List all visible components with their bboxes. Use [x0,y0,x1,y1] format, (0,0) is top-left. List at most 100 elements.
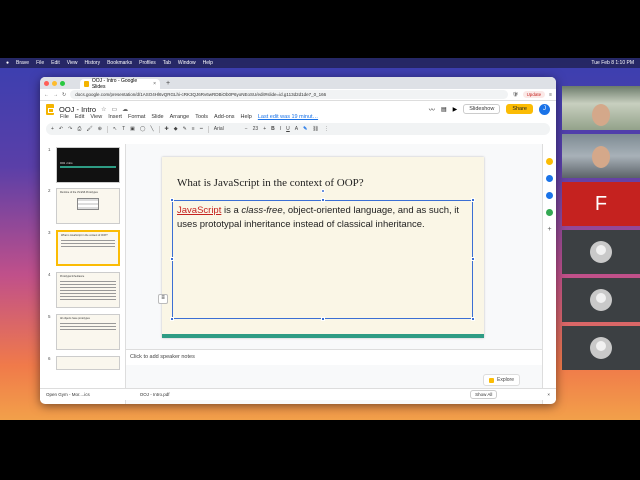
document-title[interactable]: OOJ - Intro [59,105,96,114]
current-slide[interactable]: What is JavaScript in the context of OOP… [162,157,484,338]
link-icon[interactable]: ⛓ [312,126,318,132]
slide-thumbnail[interactable]: All objects have prototypes [56,314,120,350]
slide-thumbnail-selected[interactable]: What is JavaScript in the context of OOP… [56,230,120,266]
slides-logo-icon[interactable] [46,103,54,115]
resize-handle[interactable] [170,317,174,321]
add-icon[interactable]: + [51,126,54,132]
menubar-item[interactable]: Window [178,60,196,66]
menubar-clock[interactable]: Tue Feb 8 1:10 PM [591,60,634,66]
select-icon[interactable]: ↖ [113,126,117,132]
border-dash-icon[interactable]: ┅ [200,126,203,132]
fill-color-icon[interactable]: ◆ [174,126,178,132]
participant-tile[interactable]: F [562,182,640,226]
text-box-icon[interactable]: T [122,126,125,132]
zoom-window-icon[interactable] [60,80,65,86]
menubar-item[interactable]: View [67,60,78,66]
participant-video[interactable] [562,134,640,178]
menu-help[interactable]: Help [241,114,252,120]
apple-icon[interactable]: ● [6,60,9,66]
tasks-icon[interactable] [546,175,553,182]
close-window-icon[interactable] [44,80,49,86]
slideshow-button[interactable]: Slideshow [463,104,501,114]
add-addon-icon[interactable]: + [547,226,551,233]
resize-handle[interactable] [471,198,475,202]
print-icon[interactable]: ⎙ [77,126,81,132]
body-text[interactable]: JavaScript is a class-free, object-orien… [177,204,467,232]
tab-close-icon[interactable]: × [153,81,156,87]
download-item[interactable]: OOJ - Intro.pdf [140,392,170,397]
menubar-item[interactable]: Profiles [139,60,156,66]
menu-format[interactable]: Format [128,114,145,120]
menubar-item[interactable]: Help [203,60,213,66]
font-size-decrease-icon[interactable]: − [245,126,248,132]
back-icon[interactable]: ← [44,92,49,98]
new-tab-icon[interactable]: + [166,80,170,87]
resize-handle[interactable] [321,198,325,202]
cloud-status-icon[interactable]: ☁ [122,106,128,113]
meet-icon[interactable]: ▶ [453,106,458,113]
speaker-notes[interactable]: Click to add speaker notes [126,349,542,365]
last-edit-link[interactable]: Last edit was 19 minut… [258,114,318,120]
javascript-link[interactable]: JavaScript [177,205,221,216]
slide-thumbnail[interactable]: Prototypal Inheritance [56,272,120,308]
explore-button[interactable]: Explore [483,374,520,386]
menu-arrange[interactable]: Arrange [170,114,190,120]
menu-slide[interactable]: Slide [151,114,163,120]
resize-handle[interactable] [170,198,174,202]
user-avatar[interactable]: J [539,103,550,115]
menu-view[interactable]: View [90,114,102,120]
undo-icon[interactable]: ↶ [59,126,63,132]
zoom-icon[interactable]: ⊕ [98,126,102,132]
maps-icon[interactable] [546,209,553,216]
underline-icon[interactable]: U [286,126,290,132]
text-wrap-icon[interactable]: ≡ [158,294,168,304]
download-item[interactable]: Open Gym - Mor....ics [46,392,90,397]
italic-icon[interactable]: I [280,126,281,132]
activity-icon[interactable]: 〰 [429,105,435,114]
comment-add-icon[interactable]: ✚ [165,126,169,132]
star-icon[interactable]: ☆ [101,106,106,113]
menubar-item[interactable]: History [85,60,101,66]
forward-icon[interactable]: → [53,92,58,98]
menu-add-ons[interactable]: Add-ons [214,114,235,120]
participant-video[interactable] [562,86,640,130]
participant-tile[interactable] [562,278,640,322]
menu-file[interactable]: File [60,114,69,120]
more-icon[interactable]: ⋮ [324,126,329,132]
slide-thumbnail[interactable] [56,356,120,370]
slide-thumbnail[interactable]: Runtime of the JS ES6 Prototypes [56,188,120,224]
comment-icon[interactable]: ▤ [441,106,447,113]
paint-format-icon[interactable]: 🖌 [86,126,92,132]
update-button[interactable]: Update [522,91,546,98]
share-button[interactable]: Share [506,104,533,114]
browser-menu-icon[interactable]: ≡ [549,92,552,98]
resize-handle[interactable] [321,317,325,321]
font-select[interactable]: Arial [214,126,240,132]
contacts-icon[interactable] [546,192,553,199]
redo-icon[interactable]: ↷ [68,126,72,132]
highlight-pen-icon[interactable]: ✎ [303,126,307,132]
font-size-field[interactable]: 23 [253,126,259,132]
resize-handle[interactable] [471,257,475,261]
menubar-item[interactable]: Edit [51,60,60,66]
resize-handle[interactable] [471,317,475,321]
menu-tools[interactable]: Tools [195,114,208,120]
participant-tile[interactable] [562,230,640,274]
border-color-icon[interactable]: ✎ [183,126,187,132]
slide-thumbnail[interactable]: OOJ • Intro [56,147,120,183]
menu-insert[interactable]: Insert [108,114,122,120]
minimize-window-icon[interactable] [52,80,57,86]
slide-title[interactable]: What is JavaScript in the context of OOP… [177,177,364,189]
participant-tile[interactable] [562,326,640,370]
shape-icon[interactable]: ◯ [140,126,146,132]
browser-tab[interactable]: OOJ - Intro - Google Slides × [80,78,160,90]
close-downloads-icon[interactable]: × [547,392,550,397]
menubar-item[interactable]: Tab [163,60,171,66]
menubar-item[interactable]: Bookmarks [107,60,132,66]
font-size-increase-icon[interactable]: + [263,126,266,132]
line-icon[interactable]: ╲ [151,126,154,132]
body-text-box[interactable]: JavaScript is a class-free, object-orien… [170,189,475,321]
image-icon[interactable]: ▣ [130,126,135,132]
menubar-item[interactable]: File [36,60,44,66]
resize-handle[interactable] [170,257,174,261]
